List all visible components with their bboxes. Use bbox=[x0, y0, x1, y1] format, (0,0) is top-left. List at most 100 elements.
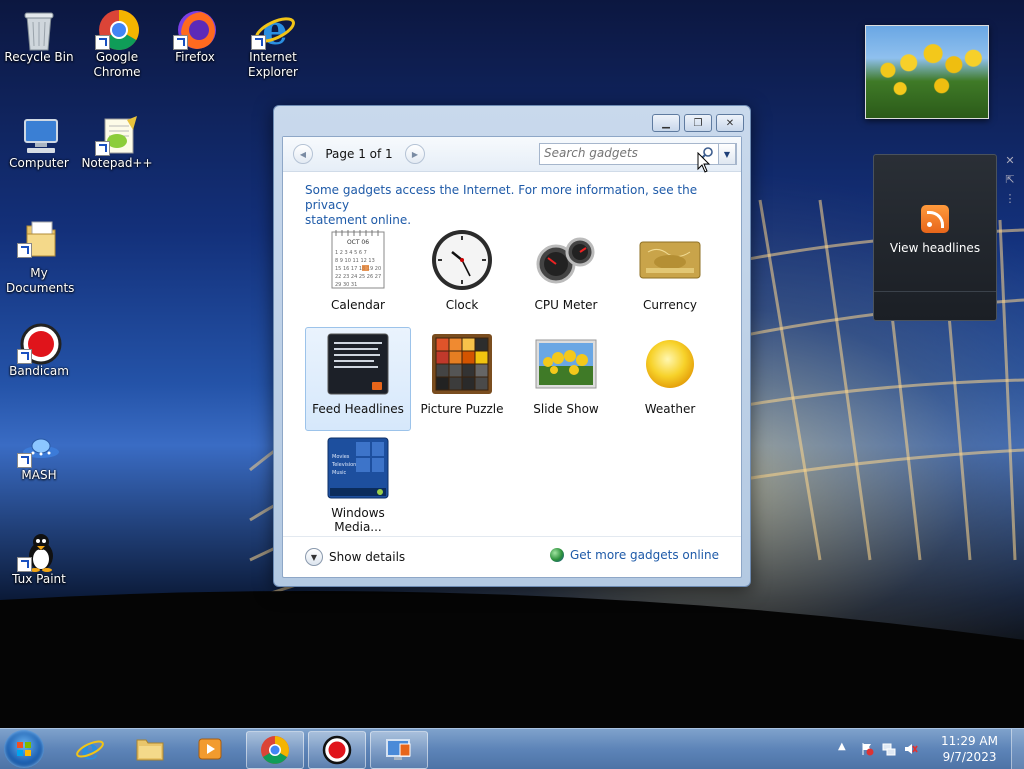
show-hidden-icons-button[interactable]: ▲ bbox=[838, 741, 852, 755]
gallery-toolbar: ◀ Page 1 of 1 ▶ ▼ bbox=[283, 137, 741, 172]
desktop-icon-label: Notepad++ bbox=[81, 156, 153, 170]
taskbar-clock[interactable]: 11:29 AM 9/7/2023 bbox=[941, 733, 998, 765]
privacy-info-text[interactable]: Some gadgets access the Internet. For mo… bbox=[305, 183, 725, 228]
feed-headlines-gadget[interactable]: View headlines bbox=[873, 154, 997, 321]
desktop-icon-notepad-plus-plus[interactable]: Notepad++ bbox=[78, 110, 156, 171]
gadget-label: Currency bbox=[642, 298, 698, 312]
close-icon[interactable]: ✕ bbox=[1005, 154, 1014, 167]
desktop-icon-firefox[interactable]: Firefox bbox=[156, 4, 234, 65]
gadget-tile-windows-media-center[interactable]: Movies Television Music Windows Media... bbox=[305, 431, 411, 535]
chevron-down-icon: ▼ bbox=[723, 149, 731, 159]
shortcut-arrow-icon bbox=[95, 35, 110, 50]
desktop-icon-label: Recycle Bin bbox=[4, 50, 74, 64]
desktop-icon-tux-paint[interactable]: Tux Paint bbox=[0, 526, 78, 587]
desktop-icon-my-documents[interactable]: My Documents bbox=[0, 212, 78, 296]
minimize-icon: ▁ bbox=[662, 117, 670, 129]
search-input[interactable] bbox=[540, 144, 694, 162]
rss-feed-icon bbox=[921, 205, 949, 233]
desktop-icon-label: Google Chrome bbox=[93, 50, 141, 79]
svg-text:8 9 10 11 12 13: 8 9 10 11 12 13 bbox=[335, 258, 375, 264]
close-button[interactable]: ✕ bbox=[716, 114, 744, 132]
taskbar-button-gadgets[interactable] bbox=[370, 731, 428, 769]
get-more-gadgets-link[interactable]: Get more gadgets online bbox=[549, 548, 719, 562]
gadget-tile-weather[interactable]: Weather bbox=[617, 327, 723, 431]
desktop-icon-label: My Documents bbox=[6, 266, 75, 295]
calendar-icon: OCT 06 1 2 3 4 5 6 7 8 9 10 11 12 13 15 16 … bbox=[326, 228, 390, 292]
minimize-button[interactable]: ▁ bbox=[652, 114, 680, 132]
drag-handle-icon[interactable]: ⋮ bbox=[1005, 192, 1016, 205]
svg-text:29 30 31: 29 30 31 bbox=[335, 282, 357, 288]
taskbar-button-file-explorer[interactable] bbox=[122, 731, 178, 767]
taskbar-button-internet-explorer[interactable]: e bbox=[62, 731, 118, 767]
gadget-tile-calendar[interactable]: OCT 06 1 2 3 4 5 6 7 8 9 10 11 12 13 15 16 … bbox=[305, 223, 411, 327]
svg-text:15 16 17 18 19 20: 15 16 17 18 19 20 bbox=[335, 266, 381, 272]
view-headlines-link[interactable]: View headlines bbox=[874, 241, 996, 255]
taskbar: e ▲ 11:29 AM 9/7/2023 bbox=[0, 728, 1024, 769]
recycle-bin-icon bbox=[19, 8, 59, 51]
gadget-tile-slide-show[interactable]: Slide Show bbox=[513, 327, 619, 431]
network-icon[interactable] bbox=[882, 742, 896, 756]
desktop-icon-computer[interactable]: Computer bbox=[0, 110, 78, 171]
desktop-icon-label: Internet Explorer bbox=[248, 50, 298, 79]
window-controls: ▁ ❐ ✕ bbox=[652, 114, 744, 132]
previous-page-button[interactable]: ◀ bbox=[293, 144, 313, 164]
desktop-icon-mash[interactable]: MASH bbox=[0, 422, 78, 483]
show-details-toggle[interactable]: ▼ Show details bbox=[305, 548, 405, 566]
shortcut-arrow-icon bbox=[17, 349, 32, 364]
clock-icon bbox=[430, 228, 494, 292]
next-page-button[interactable]: ▶ bbox=[405, 144, 425, 164]
gadget-tile-currency[interactable]: Currency bbox=[617, 223, 723, 327]
cpu-meter-icon bbox=[534, 228, 598, 292]
gallery-footer: ▼ Show details Get more gadgets online bbox=[283, 536, 741, 577]
gadget-tile-cpu-meter[interactable]: CPU Meter bbox=[513, 223, 619, 327]
svg-text:Music: Music bbox=[332, 470, 346, 476]
taskbar-button-bandicam[interactable] bbox=[308, 731, 366, 769]
gadget-label: Feed Headlines bbox=[312, 402, 404, 416]
clock-time: 11:29 AM bbox=[941, 734, 998, 748]
computer-icon bbox=[19, 114, 59, 154]
start-button[interactable] bbox=[4, 730, 44, 768]
close-icon: ✕ bbox=[725, 117, 735, 129]
desktop-icon-google-chrome[interactable]: Google Chrome bbox=[78, 4, 156, 80]
tux-paint-icon bbox=[17, 530, 59, 572]
currency-icon bbox=[638, 228, 702, 292]
volume-muted-icon[interactable] bbox=[904, 742, 918, 756]
gadgets-icon bbox=[386, 739, 411, 760]
gadget-label: Picture Puzzle bbox=[420, 402, 504, 416]
action-center-flag-icon[interactable] bbox=[860, 742, 874, 756]
internet-explorer-icon: e bbox=[76, 734, 104, 764]
shortcut-arrow-icon bbox=[17, 557, 32, 572]
slide-show-gadget[interactable] bbox=[865, 25, 989, 119]
show-desktop-button[interactable] bbox=[1011, 729, 1024, 769]
clock-date: 9/7/2023 bbox=[942, 750, 997, 764]
shortcut-arrow-icon bbox=[17, 453, 32, 468]
windows-logo-icon bbox=[17, 742, 31, 756]
gadget-tile-clock[interactable]: Clock bbox=[409, 223, 515, 327]
slide-show-icon bbox=[534, 332, 598, 396]
page-indicator: Page 1 of 1 bbox=[325, 147, 393, 161]
gadget-tile-feed-headlines[interactable]: Feed Headlines bbox=[305, 327, 411, 431]
mouse-cursor-icon bbox=[697, 152, 711, 173]
search-dropdown-button[interactable]: ▼ bbox=[718, 143, 736, 165]
gadget-label: Windows Media... bbox=[331, 506, 385, 534]
restore-button[interactable]: ❐ bbox=[684, 114, 712, 132]
show-details-label: Show details bbox=[329, 550, 406, 564]
taskbar-button-chrome[interactable] bbox=[246, 731, 304, 769]
gadget-label: Calendar bbox=[331, 298, 385, 312]
shortcut-arrow-icon bbox=[173, 35, 188, 50]
windows-media-center-icon: Movies Television Music bbox=[326, 436, 390, 500]
desktop-icon-recycle-bin[interactable]: Recycle Bin bbox=[0, 4, 78, 65]
desktop-icon-label: Tux Paint bbox=[12, 572, 66, 586]
svg-text:Television: Television bbox=[331, 462, 356, 468]
svg-text:e: e bbox=[81, 734, 99, 764]
svg-text:Movies: Movies bbox=[332, 454, 350, 460]
desktop-icon-label: Computer bbox=[9, 156, 69, 170]
taskbar-button-media-player[interactable] bbox=[182, 731, 238, 767]
desktop-icon-internet-explorer[interactable]: e Internet Explorer bbox=[234, 4, 312, 80]
desktop-icon-bandicam[interactable]: Bandicam bbox=[0, 318, 78, 379]
resize-icon[interactable]: ⇱ bbox=[1005, 173, 1014, 186]
gadget-tile-picture-puzzle[interactable]: Picture Puzzle bbox=[409, 327, 515, 431]
internet-explorer-icon: e bbox=[251, 7, 295, 54]
gadget-label: Slide Show bbox=[533, 402, 599, 416]
chrome-icon bbox=[261, 736, 289, 764]
